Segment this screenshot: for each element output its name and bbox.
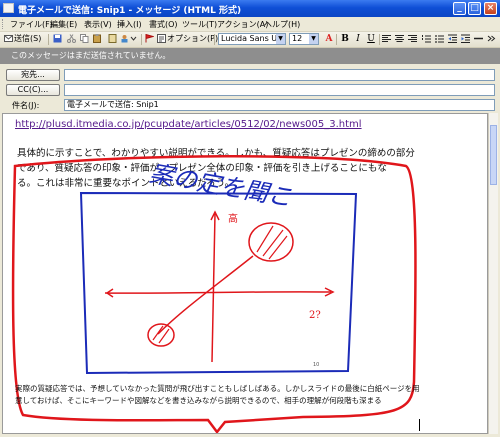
paste-button[interactable] (93, 33, 103, 45)
chevron-button[interactable] (129, 33, 139, 45)
send-button[interactable]: 送信(S) (4, 33, 41, 45)
cc-field[interactable] (64, 84, 495, 96)
font-color-button[interactable]: A (324, 34, 334, 44)
window-title: 電子メールで送信: Snip1 - メッセージ (HTML 形式) (18, 6, 242, 16)
toolbar: 送信(S) オプション(P)... Lucida Sans Unicode ▼ … (0, 32, 500, 48)
subject-label: 件名(J): (12, 101, 40, 110)
body-scrollbar[interactable] (488, 113, 498, 434)
align-left-button[interactable] (382, 33, 392, 45)
send-label: 送信(S) (14, 34, 42, 43)
scissors-icon (67, 34, 76, 43)
info-bar-text: このメッセージはまだ送信されていません。 (11, 51, 171, 60)
font-name-select[interactable]: Lucida Sans Unicode ▼ (218, 33, 286, 45)
toolbar-options-chevron[interactable] (487, 33, 497, 45)
check-names-icon (121, 35, 128, 43)
align-center-button[interactable] (395, 33, 405, 45)
send-icon (4, 35, 13, 42)
address-book-button[interactable] (108, 33, 118, 45)
numbered-list-icon (422, 35, 431, 43)
align-center-icon (395, 35, 404, 42)
horizontal-line-button[interactable] (474, 33, 484, 45)
dropdown-arrow-icon[interactable]: ▼ (276, 34, 285, 44)
scrollbar-thumb[interactable] (490, 125, 497, 185)
options-icon (157, 34, 166, 43)
align-left-icon (382, 35, 391, 42)
menu-tools[interactable]: ツール(T) (182, 19, 217, 30)
italic-button[interactable]: I (353, 34, 363, 44)
slide-y-axis-label: 高 (228, 212, 238, 225)
info-bar: このメッセージはまだ送信されていません。 (0, 48, 500, 64)
indent-icon (461, 34, 470, 43)
menu-edit[interactable]: 編集(E) (50, 19, 77, 30)
save-button[interactable] (53, 33, 63, 45)
slide-page-number: 10 (313, 362, 319, 368)
minimize-button[interactable]: _ (453, 2, 466, 15)
options-label: オプション(P)... (167, 34, 226, 43)
outdent-icon (448, 34, 457, 43)
increase-indent-button[interactable] (461, 33, 471, 45)
copy-button[interactable] (80, 33, 90, 45)
menu-bar: ファイル(F) 編集(E) 表示(V) 挿入(I) 書式(O) ツール(T) ア… (0, 17, 500, 32)
toolbar-separator (336, 34, 337, 45)
chevron-down-icon (130, 36, 137, 41)
subject-field[interactable]: 電子メールで送信: Snip1 (64, 99, 495, 111)
copy-icon (80, 34, 89, 43)
toolbar-separator (141, 34, 142, 45)
close-button[interactable]: × (484, 2, 497, 15)
numbering-button[interactable] (422, 33, 432, 45)
font-size-value: 12 (292, 34, 303, 43)
body-text-line: 意しておけば、そこにキーワードや図解などを書き込みながら説明できるので、相手の理… (15, 396, 382, 405)
menu-insert[interactable]: 挿入(I) (117, 19, 142, 30)
cut-button[interactable] (67, 33, 77, 45)
font-size-select[interactable]: 12 ▼ (289, 33, 319, 45)
cc-button[interactable]: CC(C)... (6, 84, 60, 96)
maximize-button[interactable]: □ (468, 2, 481, 15)
toolbar-separator (48, 34, 49, 45)
flag-icon (145, 34, 154, 43)
chevron-double-right-icon (487, 35, 496, 42)
toolbar-separator (214, 34, 215, 45)
align-right-icon (408, 35, 417, 42)
menu-help[interactable]: ヘルプ(H) (264, 19, 300, 30)
message-app-icon (3, 3, 14, 13)
slide-x-axis-label: 2? (309, 310, 321, 321)
to-field[interactable] (64, 69, 495, 81)
bullets-button[interactable] (435, 33, 445, 45)
menu-format[interactable]: 書式(O) (149, 19, 178, 30)
menubar-grip[interactable] (2, 19, 6, 29)
menu-view[interactable]: 表示(V) (84, 19, 112, 30)
save-icon (53, 34, 62, 43)
message-window: 電子メールで送信: Snip1 - メッセージ (HTML 形式) _ □ × … (0, 0, 500, 437)
bulleted-list-icon (435, 35, 444, 43)
dropdown-arrow-icon[interactable]: ▼ (309, 34, 318, 44)
menu-actions[interactable]: アクション(A) (217, 19, 268, 30)
horizontal-line-icon (474, 37, 483, 40)
message-header: 宛先... CC(C)... 件名(J): 電子メールで送信: Snip1 (0, 64, 500, 113)
menu-file[interactable]: ファイル(F) (10, 19, 53, 30)
align-right-button[interactable] (408, 33, 418, 45)
message-body[interactable]: http://plusd.itmedia.co.jp/pcupdate/arti… (2, 113, 488, 434)
bold-button[interactable]: B (340, 34, 350, 44)
importance-high-button[interactable] (145, 33, 155, 45)
underline-button[interactable]: U (366, 34, 376, 44)
decrease-indent-button[interactable] (448, 33, 458, 45)
text-cursor (419, 419, 420, 431)
title-bar[interactable]: 電子メールで送信: Snip1 - メッセージ (HTML 形式) _ □ × (0, 0, 500, 17)
toolbar-separator (379, 34, 380, 45)
address-book-icon (108, 34, 117, 43)
clipboard-icon (93, 34, 101, 43)
to-button[interactable]: 宛先... (6, 69, 60, 81)
body-text-line: 実際の質疑応答では、予想していなかった質問が飛び出すこともしばしばある。しかしス… (15, 384, 420, 393)
options-button[interactable]: オプション(P)... (157, 33, 226, 45)
